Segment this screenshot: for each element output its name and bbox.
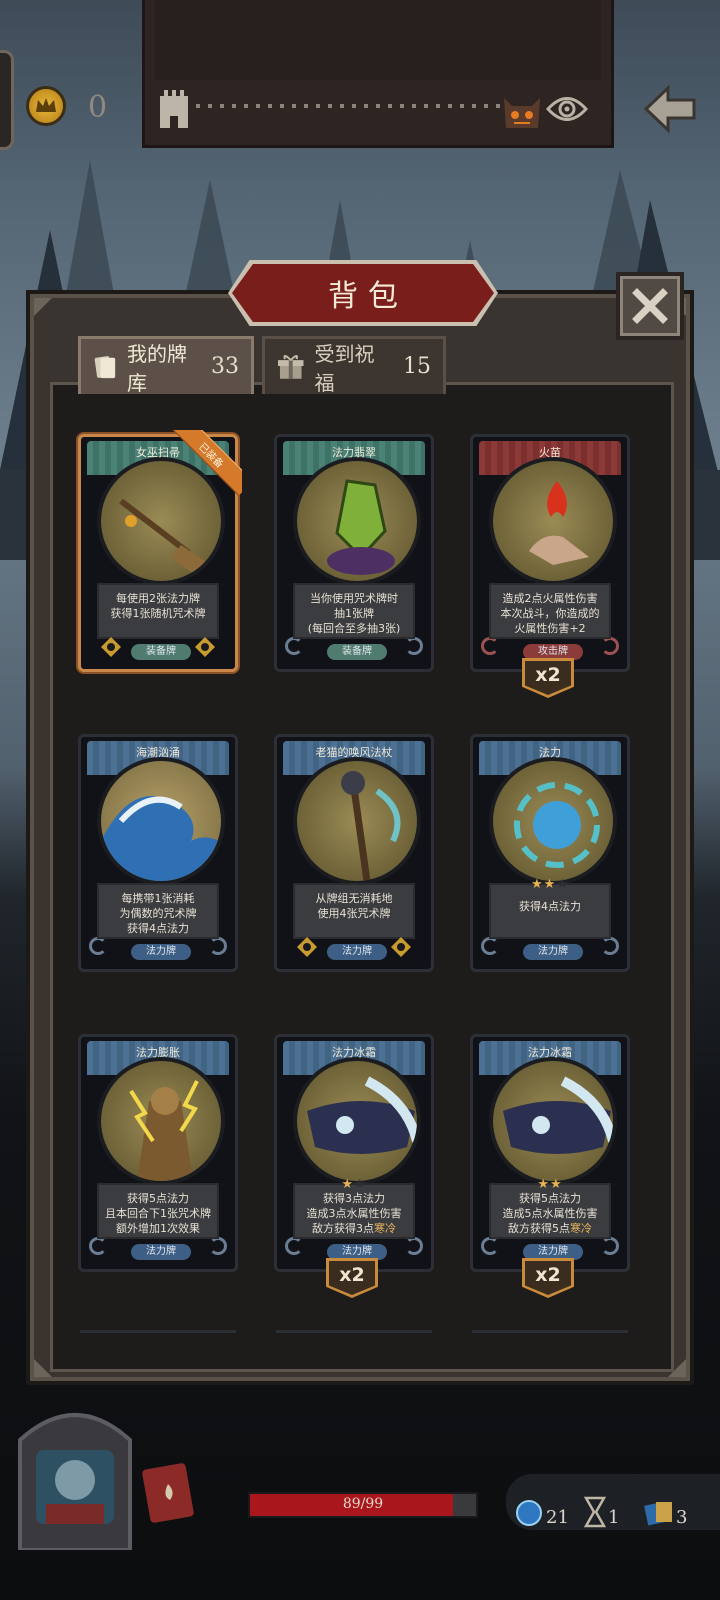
title-plate: 背包 (232, 264, 494, 322)
gold-coin-icon (26, 86, 66, 126)
card-name: 法力冰霜 (528, 1046, 572, 1059)
card-name: 法力冰霜 (332, 1046, 376, 1059)
card-name: 老猫的唤风法杖 (315, 746, 393, 759)
card-partial (472, 1330, 628, 1342)
card-old-cat-staff[interactable]: 老猫的唤风法杖 从牌组无消耗地 使用4张咒术牌 法力牌 (274, 734, 434, 972)
page-title: 背包 (328, 279, 408, 314)
frost-art (489, 1057, 617, 1185)
top-bar: 0 (0, 0, 720, 150)
side-frame (0, 50, 14, 150)
boss-icon[interactable] (500, 88, 544, 132)
card-description: 每携带1张消耗 为偶数的咒术牌 获得4点法力 (97, 883, 219, 939)
card-name: 海潮汹涌 (136, 746, 180, 759)
tab-blessings-count: 15 (403, 354, 431, 379)
card-description: 获得5点法力 且本回合下1张咒术牌 额外增加1次效果 (97, 1183, 219, 1239)
hourglass-icon (584, 1496, 606, 1528)
card-mana-frost-2[interactable]: 法力冰霜 ★★ 获得5点法力 造成5点水属性伤害 敌方获得5点寒冷 法力牌 x2 (470, 1034, 630, 1298)
turn-stat[interactable]: 1 (584, 1478, 619, 1528)
card-name: 法力 (539, 746, 561, 759)
card-type: 法力牌 (523, 944, 583, 960)
card-type: 法力牌 (523, 1244, 583, 1260)
card-type: 装备牌 (131, 644, 191, 660)
card-name: 法力翡翠 (332, 446, 376, 459)
back-arrow-icon[interactable] (642, 84, 698, 134)
gift-icon (277, 354, 304, 379)
equipped-badge: 已装备 (172, 430, 242, 500)
card-type: 法力牌 (131, 1244, 191, 1260)
card-mana-surge[interactable]: 法力膨胀 获得5点法力 且本回合下1张咒术牌 额外增加1次效果 法力牌 (78, 1034, 238, 1272)
emerald-art (293, 457, 421, 585)
star-rating: ★★ (537, 1177, 563, 1192)
card-type: 法力牌 (327, 944, 387, 960)
tab-my-deck[interactable]: 我的牌库 33 (78, 336, 254, 395)
card-description: 从牌组无消耗地 使用4张咒术牌 (293, 883, 415, 939)
card-mana-emerald[interactable]: 法力翡翠 当你使用咒术牌时 抽1张牌 (每回合至多抽3张) 装备牌 (274, 434, 434, 672)
card-witch-broom[interactable]: 女巫扫帚 每使用2张法力牌 获得1张随机咒术牌 装备牌 已装备 (78, 430, 242, 672)
card-type: 法力牌 (131, 944, 191, 960)
card-type: 装备牌 (327, 644, 387, 660)
card-partial (276, 1330, 432, 1342)
tab-blessings-label: 受到祝福 (314, 341, 375, 395)
tab-my-deck-label: 我的牌库 (127, 341, 188, 395)
close-button[interactable] (616, 272, 684, 340)
cards-stat[interactable]: 3 (644, 1478, 687, 1528)
card-description: 造成2点火属性伤害 本次战斗，你造成的 火属性伤害+2 (489, 583, 611, 639)
bottom-bar: 89/99 21 1 3 (0, 1400, 720, 1600)
mana-orb-icon (516, 1500, 542, 1526)
rarity-emblem-icon (297, 937, 317, 957)
card-partial (80, 1330, 236, 1342)
health-bar: 89/99 (248, 1492, 478, 1518)
card-description: 每使用2张法力牌 获得1张随机咒术牌 (97, 583, 219, 639)
flame-hand-art (489, 457, 617, 585)
card-surging-tide[interactable]: 海潮汹涌 每携带1张消耗 为偶数的咒术牌 获得4点法力 法力牌 (78, 734, 238, 972)
tab-my-deck-count: 33 (211, 354, 239, 379)
card-name: 法力膨胀 (136, 1046, 180, 1059)
wave-art (97, 757, 225, 885)
rarity-emblem-icon (195, 637, 215, 657)
map-progress-path (196, 104, 502, 108)
lightning-mage-art (97, 1057, 225, 1185)
card-mana-frost-1[interactable]: 法力冰霜 ★★ 获得3点法力 造成3点水属性伤害 敌方获得3点寒冷 法力牌 x2 (274, 1034, 434, 1298)
card-description: 当你使用咒术牌时 抽1张牌 (每回合至多抽3张) (293, 583, 415, 639)
spellbook-icon[interactable] (142, 1460, 198, 1524)
health-text: 89/99 (342, 1496, 384, 1512)
star-rating: ★★★ (531, 877, 569, 892)
avatar[interactable] (10, 1400, 140, 1550)
rarity-emblem-icon (101, 637, 121, 657)
tab-blessings[interactable]: 受到祝福 15 (262, 336, 446, 395)
deck-icon (94, 355, 116, 378)
frost-art (293, 1057, 421, 1185)
mana-stat[interactable]: 21 (514, 1478, 569, 1528)
close-icon (632, 288, 668, 324)
card-name: 火苗 (539, 446, 561, 459)
rarity-emblem-icon (391, 937, 411, 957)
card-type: 法力牌 (327, 1244, 387, 1260)
star-rating: ★★ (341, 1177, 367, 1192)
card-type: 攻击牌 (523, 644, 583, 660)
gold-count: 0 (88, 90, 108, 125)
cards-icon (644, 1502, 672, 1526)
card-flame[interactable]: 火苗 造成2点火属性伤害 本次战斗，你造成的 火属性伤害+2 攻击牌 x2 (470, 434, 630, 698)
staff-art (293, 757, 421, 885)
mana-orb-art (489, 757, 617, 885)
castle-icon (160, 90, 188, 128)
card-mana[interactable]: 法力 ★★★ 获得4点法力 法力牌 (470, 734, 630, 972)
eye-icon[interactable] (546, 92, 588, 126)
